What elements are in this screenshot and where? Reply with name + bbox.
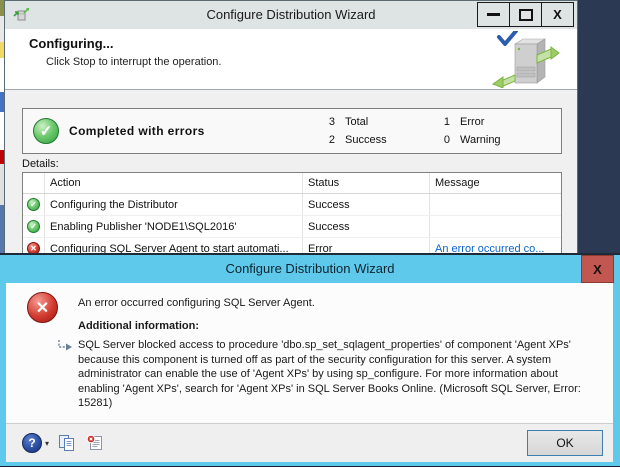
details-table: Action Status Message ✓ Configuring the … — [22, 172, 562, 255]
dialog-body: ✕ An error occurred configuring SQL Serv… — [6, 283, 613, 423]
error-message: An error occurred configuring SQL Server… — [78, 297, 315, 309]
count-total: 3 Total — [328, 116, 369, 128]
help-icon: ? — [22, 433, 42, 453]
success-icon: ✓ — [27, 220, 40, 233]
error-dialog-window: Configure Distribution Wizard X ✕ An err… — [0, 253, 620, 467]
close-icon: X — [593, 261, 602, 277]
completed-with-errors-icon: ✓ — [33, 118, 59, 144]
error-icon: ✕ — [27, 292, 58, 323]
maximize-button[interactable] — [509, 3, 541, 26]
summary-status-label: Completed with errors — [69, 124, 205, 138]
ok-button[interactable]: OK — [527, 430, 603, 456]
status-column-header[interactable]: Status — [303, 173, 430, 193]
action-column-header[interactable]: Action — [45, 173, 303, 193]
server-graphic-icon — [491, 31, 560, 88]
details-label: Details: — [22, 158, 59, 170]
close-button[interactable]: X — [541, 3, 573, 26]
dialog-close-button[interactable]: X — [581, 255, 614, 283]
page-title: Configuring... — [29, 36, 114, 51]
additional-information-label: Additional information: — [78, 320, 199, 332]
error-report-button[interactable] — [86, 434, 104, 452]
dialog-title: Configure Distribution Wizard — [225, 261, 395, 276]
detail-arrow-icon — [58, 340, 72, 351]
help-button[interactable]: ? ▾ — [22, 433, 49, 453]
maximize-icon — [518, 8, 533, 21]
summary-panel: ✓ Completed with errors 3 Total 2 Success … — [22, 108, 562, 154]
table-row[interactable]: ✓ Enabling Publisher 'NODE1\SQL2016' Suc… — [23, 216, 561, 238]
icon-column-header — [23, 173, 45, 193]
chevron-down-icon: ▾ — [45, 438, 50, 448]
dialog-footer: ? ▾ OK — [6, 423, 613, 462]
minimize-button[interactable] — [478, 3, 509, 26]
count-error: 1 Error — [443, 116, 485, 128]
count-warning: 0 Warning — [443, 134, 501, 146]
message-column-header[interactable]: Message — [430, 173, 561, 193]
titlebar[interactable]: Configure Distribution Wizard X — [5, 1, 577, 29]
page-subtitle: Click Stop to interrupt the operation. — [46, 56, 222, 68]
table-row[interactable]: ✓ Configuring the Distributor Success — [23, 194, 561, 216]
count-success: 2 Success — [328, 134, 387, 146]
desktop: { "colors": { "desktop": "#2B3A52", "acc… — [0, 0, 620, 467]
wizard-header: Configuring... Click Stop to interrupt t… — [5, 29, 577, 90]
error-detail-text: SQL Server blocked access to procedure '… — [78, 339, 581, 409]
table-header-row: Action Status Message — [23, 173, 561, 194]
close-icon: X — [553, 7, 562, 22]
success-icon: ✓ — [27, 198, 40, 211]
configure-distribution-wizard-window: Configure Distribution Wizard X Configur… — [4, 0, 578, 260]
window-controls: X — [477, 2, 574, 27]
minimize-icon — [487, 13, 500, 16]
copy-message-button[interactable] — [58, 434, 76, 452]
